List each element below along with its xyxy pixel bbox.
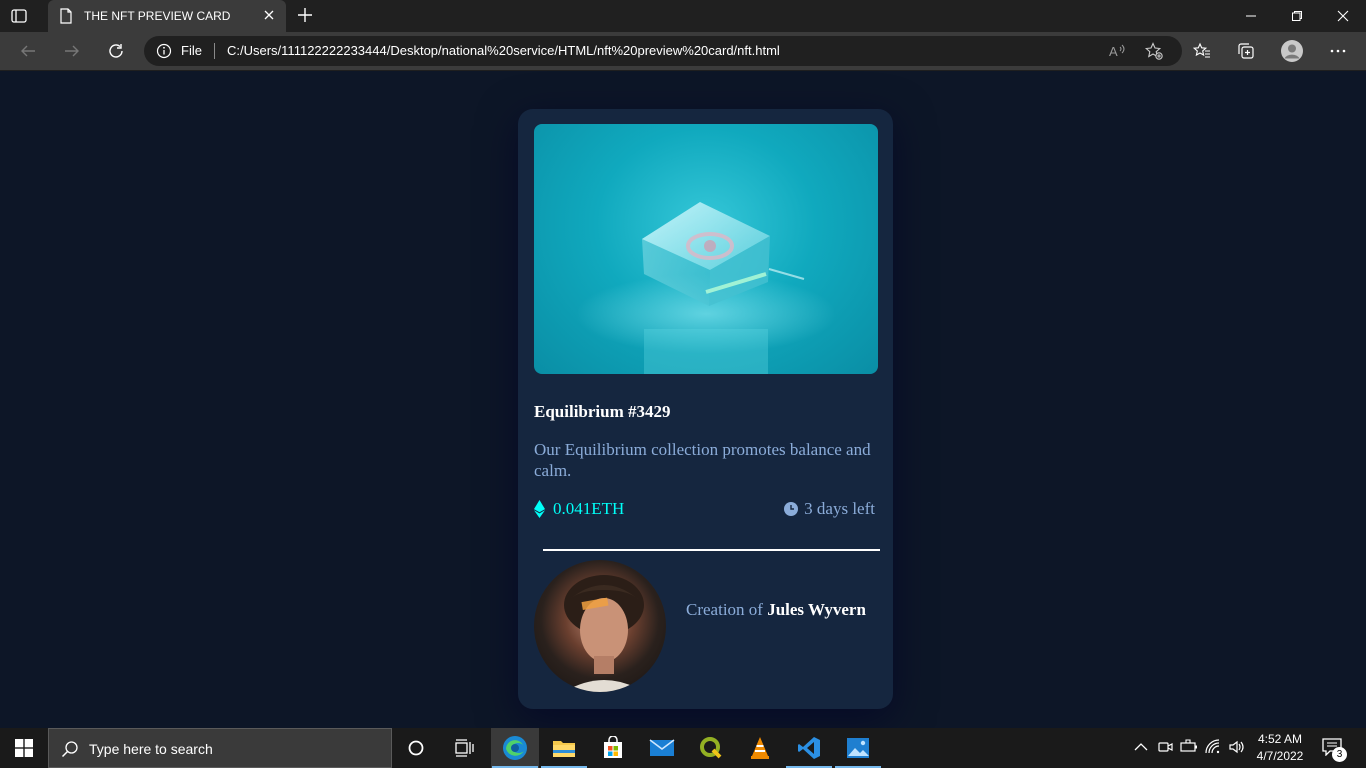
address-bar[interactable]: File C:/Users/111122222233444/Desktop/na… (144, 36, 1182, 66)
tab-actions-icon[interactable] (10, 7, 28, 25)
nft-title[interactable]: Equilibrium #3429 (534, 402, 671, 422)
time-left: 3 days left (804, 499, 875, 518)
action-center-icon[interactable]: 3 (1322, 738, 1347, 762)
creator-photo (564, 575, 644, 692)
task-view-icon[interactable] (440, 728, 488, 768)
taskbar-clock[interactable]: 4:52 AM 4/7/2022 (1252, 731, 1308, 765)
cortana-icon[interactable] (392, 728, 440, 768)
photos-icon[interactable] (834, 728, 882, 768)
more-options-icon[interactable] (1326, 40, 1350, 62)
equilibrium-cube-illustration (576, 202, 836, 374)
close-tab-icon[interactable] (262, 8, 276, 22)
address-scheme: File (181, 43, 202, 58)
taskbar: Type here to search 4:52 AM 4/7/2022 3 (0, 728, 1366, 768)
search-icon (61, 740, 79, 758)
close-window-button[interactable] (1320, 0, 1366, 32)
navigation-bar: File C:/Users/111122222233444/Desktop/na… (0, 32, 1366, 71)
read-aloud-icon[interactable]: A (1108, 42, 1126, 60)
clock-time: 4:52 AM (1257, 732, 1303, 746)
browser-tab[interactable]: THE NFT PREVIEW CARD (48, 0, 286, 32)
page-viewport: Equilibrium #3429 Our Equilibrium collec… (0, 71, 1366, 728)
restore-button[interactable] (1274, 0, 1320, 32)
file-explorer-icon[interactable] (540, 728, 588, 768)
collections-icon[interactable] (1234, 40, 1258, 62)
title-bar: THE NFT PREVIEW CARD (0, 0, 1366, 32)
price-row: 0.041ETH (534, 499, 624, 519)
search-placeholder: Type here to search (89, 741, 213, 757)
tab-title: THE NFT PREVIEW CARD (84, 9, 231, 23)
volume-icon[interactable] (1228, 738, 1246, 756)
nft-image[interactable] (534, 124, 878, 374)
address-url[interactable]: C:/Users/111122222233444/Desktop/nationa… (227, 43, 780, 58)
edge-taskbar-icon[interactable] (491, 728, 539, 768)
nft-price: 0.041ETH (553, 499, 625, 518)
qgis-icon[interactable] (687, 728, 735, 768)
favorites-icon[interactable] (1190, 40, 1214, 62)
wifi-icon[interactable] (1204, 738, 1222, 756)
info-icon[interactable] (156, 43, 172, 59)
profile-avatar[interactable] (1280, 40, 1304, 62)
add-favorite-icon[interactable] (1144, 42, 1163, 60)
forward-button[interactable] (60, 40, 84, 62)
creator-avatar (534, 560, 666, 692)
refresh-button[interactable] (104, 40, 128, 62)
minimize-button[interactable] (1228, 0, 1274, 32)
taskbar-search[interactable]: Type here to search (48, 728, 392, 768)
creator-credit: Creation of Jules Wyvern (686, 600, 866, 620)
windows-logo-icon (15, 739, 33, 757)
clock-date: 4/7/2022 (1256, 749, 1304, 763)
address-separator (214, 43, 215, 59)
nft-description: Our Equilibrium collection promotes bala… (534, 440, 871, 480)
start-button[interactable] (0, 728, 48, 768)
card-divider (543, 549, 880, 551)
meet-now-icon[interactable] (1156, 738, 1174, 756)
creator-prefix: Creation of (686, 600, 763, 619)
ethereum-icon (534, 500, 545, 518)
notification-badge: 3 (1332, 747, 1347, 762)
vlc-icon[interactable] (736, 728, 784, 768)
show-hidden-icons[interactable] (1132, 738, 1150, 756)
battery-icon[interactable] (1180, 738, 1198, 756)
back-button[interactable] (16, 40, 40, 62)
mail-icon[interactable] (638, 728, 686, 768)
vscode-icon[interactable] (785, 728, 833, 768)
svg-text:A: A (1109, 44, 1118, 59)
creator-name[interactable]: Jules Wyvern (767, 600, 866, 619)
page-icon (60, 8, 72, 24)
nft-card: Equilibrium #3429 Our Equilibrium collec… (518, 109, 893, 709)
time-row: 3 days left (784, 499, 875, 519)
microsoft-store-icon[interactable] (589, 728, 637, 768)
new-tab-button[interactable] (296, 6, 314, 24)
clock-icon (784, 502, 799, 516)
